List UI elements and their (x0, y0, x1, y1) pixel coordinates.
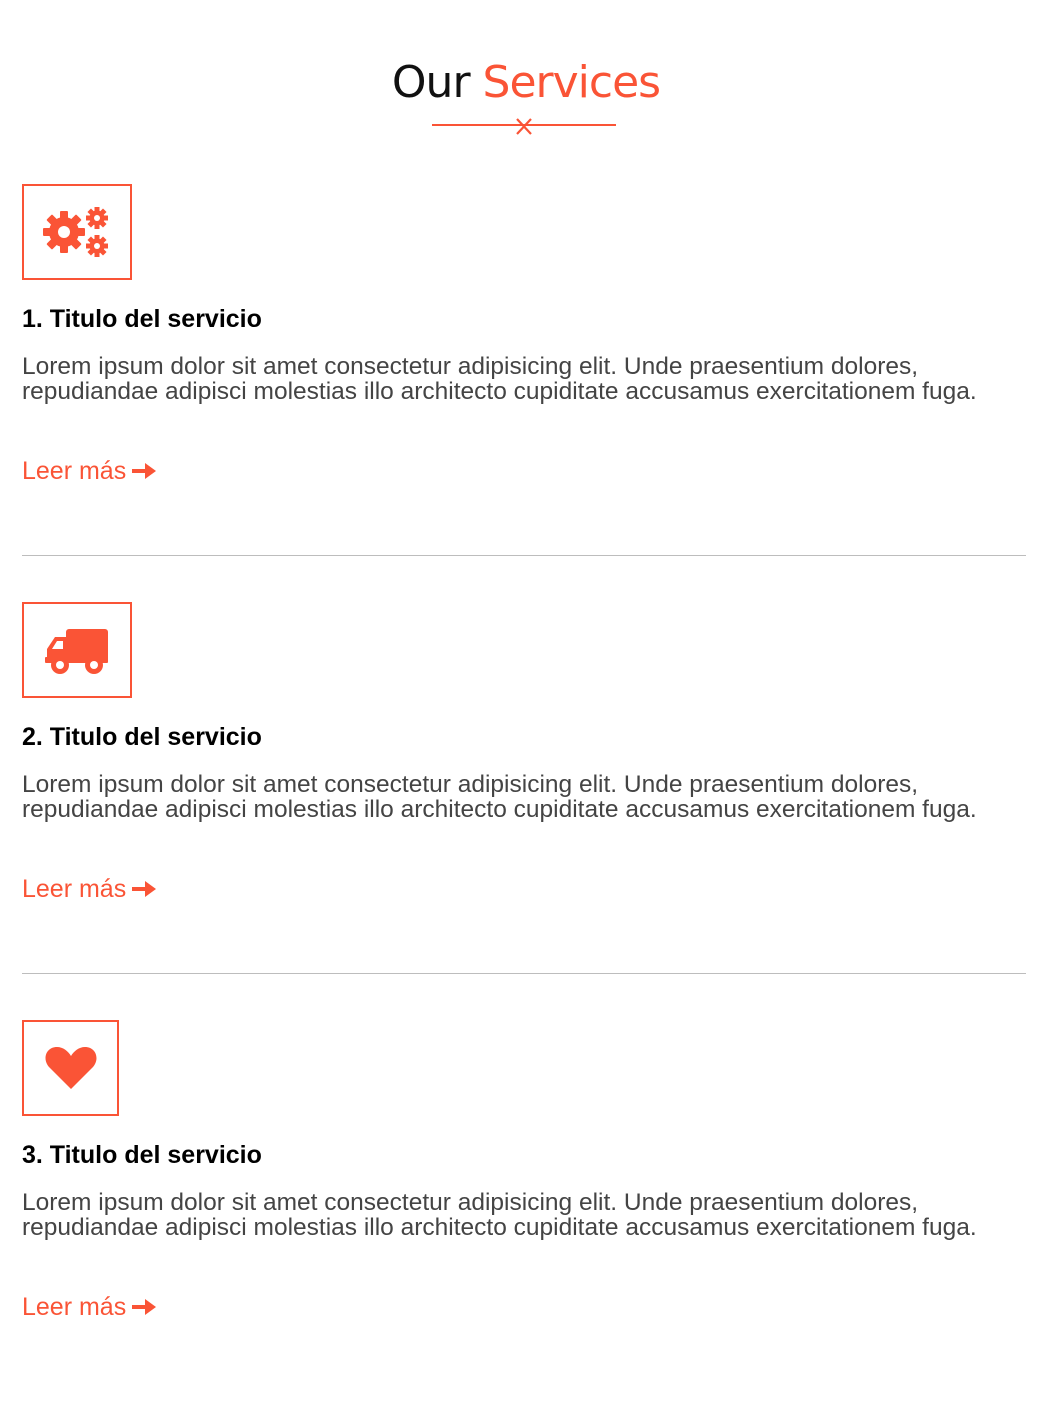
service-item: 1. Titulo del servicio Lorem ipsum dolor… (22, 184, 1026, 494)
service-icon-box (22, 184, 132, 280)
service-description: Lorem ipsum dolor sit amet consectetur a… (22, 1189, 977, 1241)
cogs-icon (43, 207, 108, 257)
read-more-label: Leer más (22, 457, 127, 485)
service-separator (22, 555, 1026, 556)
heart-icon (45, 1047, 96, 1089)
service-icon-box (22, 602, 132, 698)
arrow-right-icon (132, 1299, 157, 1315)
services-page: Our Services 1. Titulo del servicio Lore… (0, 0, 1052, 1408)
service-icon-box (22, 1020, 119, 1116)
section-title-part2: Services (482, 57, 662, 108)
read-more-link[interactable]: Leer más (22, 454, 157, 488)
read-more-label: Leer más (22, 875, 127, 903)
read-more-link[interactable]: Leer más (22, 872, 157, 906)
truck-icon (45, 629, 108, 674)
service-title: 3. Titulo del servicio (22, 1141, 262, 1169)
title-divider-icon (432, 118, 616, 135)
read-more-link[interactable]: Leer más (22, 1290, 157, 1324)
arrow-right-icon (132, 463, 157, 479)
service-separator (22, 973, 1026, 974)
section-title: Our Services (0, 52, 1052, 114)
arrow-right-icon (132, 881, 157, 897)
section-heading: Our Services (0, 52, 1052, 114)
service-item: 2. Titulo del servicio Lorem ipsum dolor… (22, 602, 1026, 912)
service-title: 1. Titulo del servicio (22, 305, 262, 333)
service-item: 3. Titulo del servicio Lorem ipsum dolor… (22, 1020, 1026, 1330)
service-description: Lorem ipsum dolor sit amet consectetur a… (22, 353, 977, 405)
service-description: Lorem ipsum dolor sit amet consectetur a… (22, 771, 977, 823)
service-title: 2. Titulo del servicio (22, 723, 262, 751)
read-more-label: Leer más (22, 1293, 127, 1321)
section-title-part1: Our (391, 57, 471, 108)
